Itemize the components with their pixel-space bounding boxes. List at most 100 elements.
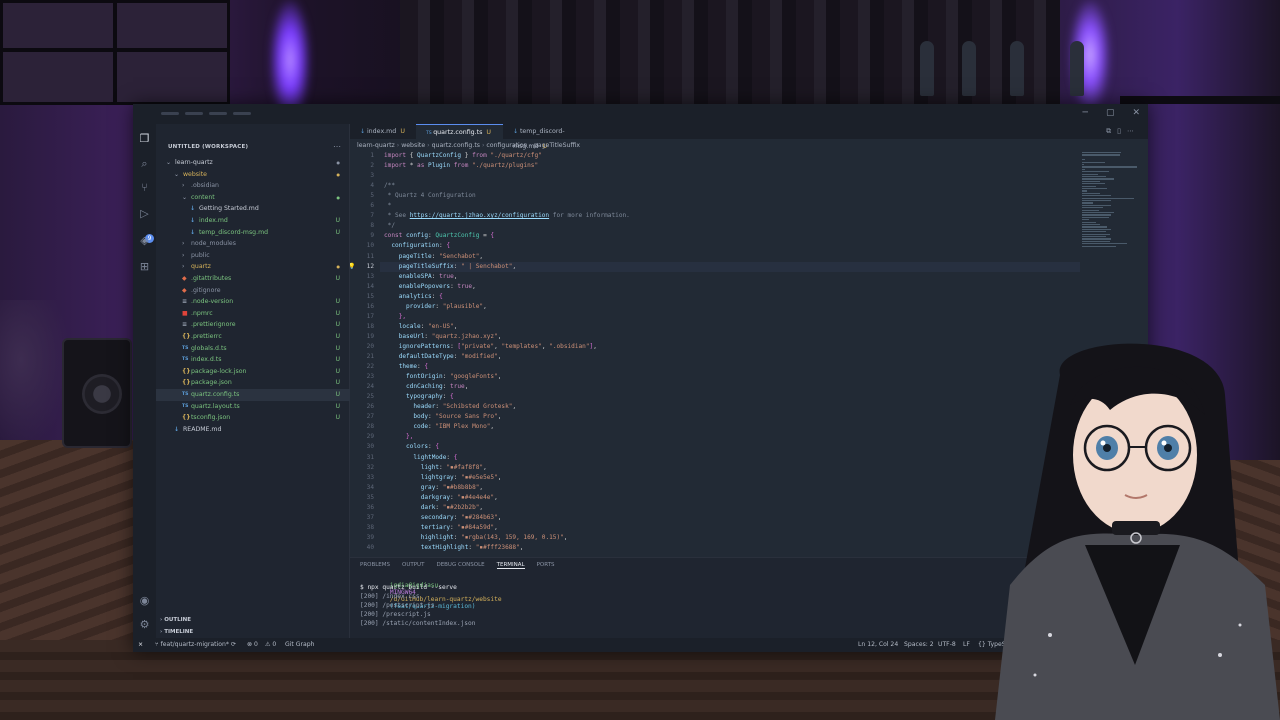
figurine <box>920 41 934 96</box>
tree-item[interactable]: {} package.json U <box>156 377 350 389</box>
panel-tab-problems[interactable]: PROBLEMS <box>360 562 390 568</box>
minimap-line <box>1082 171 1109 173</box>
branch-indicator[interactable]: ⑂ feat/quartz-migration* <box>155 641 229 648</box>
files-icon[interactable]: ❐ <box>138 132 151 145</box>
remote-indicator[interactable]: ⨯ <box>138 641 143 648</box>
tree-item[interactable]: ≡ .prettierignore U <box>156 319 350 331</box>
tree-item[interactable]: TS globals.d.ts U <box>156 343 350 355</box>
tree-item[interactable]: ◆ .gitattributes U <box>156 273 350 285</box>
cursor-position[interactable]: Ln 12, Col 24 <box>858 641 898 648</box>
more-actions-icon[interactable]: ⋯ <box>1127 127 1140 135</box>
git-graph-button[interactable]: Git Graph <box>285 641 314 648</box>
workspace-title[interactable]: UNTITLED (WORKSPACE) <box>168 144 248 150</box>
minimap-line <box>1082 231 1107 233</box>
maximize-icon[interactable]: ▢ <box>1106 108 1115 118</box>
code-line: gray: "▪#b8b8b8", <box>384 484 483 491</box>
tree-item[interactable]: ⌄ learn-quartz ● <box>156 157 350 169</box>
explorer-actions[interactable]: ⋯ <box>333 142 341 151</box>
split-editor-icon[interactable]: ▯ <box>1117 127 1127 135</box>
breadcrumb-segment[interactable]: learn-quartz <box>357 142 395 149</box>
tree-item[interactable]: › .obsidian <box>156 180 350 192</box>
minimap-line <box>1082 154 1120 156</box>
code-token: "▪#84a59d" <box>457 523 495 531</box>
tree-item[interactable]: ≡ .node-version U <box>156 296 350 308</box>
run-debug-icon[interactable]: ▷ <box>138 207 151 220</box>
warnings-indicator[interactable]: ⚠ 0 <box>265 641 276 648</box>
menu-placeholder[interactable] <box>185 112 203 115</box>
tree-item[interactable]: ↓ Getting Started.md <box>156 203 350 215</box>
menu-placeholder[interactable] <box>209 112 227 115</box>
tree-item[interactable]: ↓ README.md <box>156 424 350 436</box>
tree-item[interactable]: TS index.d.ts U <box>156 354 350 366</box>
file-type-icon: ◆ <box>182 286 187 294</box>
remote-icon[interactable]: ◈ <box>138 234 151 247</box>
tree-item-label: .prettierignore <box>191 321 236 329</box>
breadcrumb-segment[interactable]: website <box>401 142 425 149</box>
tab-index-md[interactable]: ↓ index.md U <box>350 124 416 139</box>
tree-item[interactable]: ↓ index.md U <box>156 215 350 227</box>
panel-tab-terminal[interactable]: TERMINAL <box>496 562 525 569</box>
menu-placeholder[interactable] <box>233 112 251 115</box>
minimap-line <box>1082 188 1108 190</box>
minimap[interactable] <box>1080 152 1140 262</box>
code-token: QuartzConfig <box>417 152 462 159</box>
code-token: "Schibsted Grotesk" <box>442 403 513 411</box>
tree-item[interactable]: {} tsconfig.json U <box>156 412 350 424</box>
file-type-icon: ↓ <box>174 425 180 433</box>
tab-quartz-config-ts[interactable]: TS quartz.config.ts U <box>416 124 503 139</box>
extensions-icon[interactable]: ⊞ <box>138 260 151 273</box>
tree-item[interactable]: ⌄ website ● <box>156 169 350 181</box>
account-icon[interactable]: ◉ <box>138 594 151 607</box>
lightbulb-icon[interactable]: 💡 <box>350 263 355 270</box>
tree-item[interactable]: › quartz ● <box>156 261 350 273</box>
indentation[interactable]: Spaces: 2 <box>904 641 934 648</box>
breadcrumb-segment[interactable]: quartz.config.ts <box>432 142 480 149</box>
tree-item[interactable]: ⌄ content ● <box>156 192 350 204</box>
tree-item[interactable]: ■ .npmrc U <box>156 308 350 320</box>
tab-temp-discord-msg-md[interactable]: ↓ temp_discord-msg.md U <box>503 124 598 150</box>
panel-tab-ports[interactable]: PORTS <box>537 562 555 568</box>
tree-item[interactable]: ◆ .gitignore <box>156 285 350 297</box>
line-ending[interactable]: LF <box>963 641 970 648</box>
code-token: , <box>453 272 458 280</box>
errors-indicator[interactable]: ⊗ 0 <box>247 641 258 648</box>
menu-placeholder[interactable] <box>161 112 179 115</box>
encoding[interactable]: UTF-8 <box>938 641 956 648</box>
timeline-section[interactable]: › TIMELINE <box>160 629 193 635</box>
code-token: baseUrl <box>398 332 425 340</box>
tree-item[interactable]: ↓ temp_discord-msg.md U <box>156 227 350 239</box>
panel-tab-debug-console[interactable]: DEBUG CONSOLE <box>436 562 484 568</box>
tree-item[interactable]: › node_modules <box>156 238 350 250</box>
tree-item[interactable]: TS quartz.config.ts U <box>156 389 350 401</box>
tree-item[interactable]: {} .prettierrc U <box>156 331 350 343</box>
tree-item-label: quartz.layout.ts <box>191 402 240 410</box>
panel-tab-output[interactable]: OUTPUT <box>402 562 424 568</box>
minimap-line <box>1082 161 1105 163</box>
sync-icon[interactable]: ⟳ <box>231 641 236 648</box>
code-view[interactable]: 1 import { QuartzConfig } from "./quartz/… <box>350 152 1080 554</box>
source-control-icon[interactable]: ⑂ <box>138 181 151 194</box>
title-bar: ─ ▢ ✕ <box>133 104 1148 124</box>
minimize-icon[interactable]: ─ <box>1083 108 1088 118</box>
breadcrumb-segment[interactable]: configuration <box>486 142 527 149</box>
code-token: , <box>494 523 498 531</box>
breadcrumb-segment[interactable]: pageTitleSuffix <box>534 142 580 149</box>
tree-item[interactable]: {} package-lock.json U <box>156 366 350 378</box>
outline-section[interactable]: › OUTLINE <box>160 617 191 623</box>
search-icon[interactable]: ⌕ <box>138 157 151 170</box>
code-token: theme <box>398 363 418 371</box>
compare-icon[interactable]: ⧉ <box>1106 127 1117 135</box>
tree-item[interactable]: › public <box>156 250 350 262</box>
code-token: config <box>406 232 429 240</box>
close-icon[interactable]: ✕ <box>1132 108 1140 118</box>
settings-icon[interactable]: ⚙ <box>138 618 151 631</box>
code-token: secondary <box>420 513 454 521</box>
chevron-right-icon: › <box>182 182 185 190</box>
tree-item[interactable]: TS quartz.layout.ts U <box>156 401 350 413</box>
minimap-line <box>1082 219 1090 221</box>
code-token: locale <box>398 322 421 330</box>
